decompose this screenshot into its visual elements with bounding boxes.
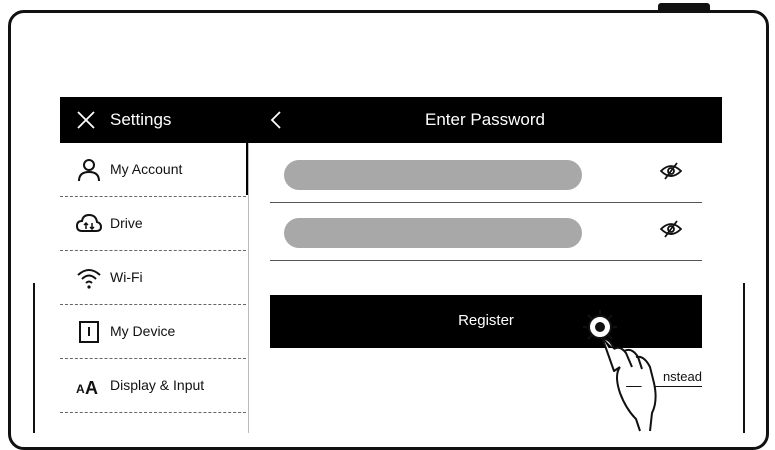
sidebar-item-display-input[interactable]: AA Display & Input bbox=[60, 359, 246, 413]
shield-icon bbox=[76, 427, 102, 433]
power-button bbox=[658, 3, 710, 11]
top-bar: Settings Enter Password bbox=[60, 97, 722, 143]
back-icon[interactable] bbox=[270, 110, 282, 135]
sidebar-item-my-account[interactable]: My Account bbox=[60, 143, 246, 197]
settings-sidebar: My Account Drive Wi-Fi My Device AA Disp… bbox=[60, 143, 248, 433]
sidebar-item-label: My Account bbox=[110, 161, 183, 177]
device-edge-left bbox=[33, 283, 35, 433]
cloud-icon bbox=[75, 211, 103, 237]
svg-text:A: A bbox=[85, 378, 98, 398]
sidebar-item-label: My Device bbox=[110, 323, 176, 339]
sidebar-divider bbox=[248, 143, 249, 433]
sidebar-item-label: Wi-Fi bbox=[110, 269, 143, 285]
password-field-row bbox=[270, 145, 702, 203]
tap-hand-icon bbox=[580, 309, 710, 433]
device-screen: Settings Enter Password My Account Drive… bbox=[60, 97, 722, 433]
sidebar-item-drive[interactable]: Drive bbox=[60, 197, 246, 251]
wifi-icon bbox=[76, 265, 102, 291]
sidebar-item-label: Display & Input bbox=[110, 377, 205, 393]
device-icon bbox=[76, 319, 102, 345]
sidebar-item-partial[interactable] bbox=[60, 413, 246, 433]
password-input[interactable] bbox=[284, 160, 582, 190]
user-icon bbox=[76, 157, 102, 183]
sidebar-item-my-device[interactable]: My Device bbox=[60, 305, 246, 359]
confirm-password-input[interactable] bbox=[284, 218, 582, 248]
sidebar-item-label: Drive bbox=[110, 215, 143, 231]
page-title: Enter Password bbox=[425, 110, 545, 129]
close-icon[interactable] bbox=[76, 110, 96, 135]
confirm-password-field-row bbox=[270, 203, 702, 261]
settings-title: Settings bbox=[110, 110, 172, 129]
font-size-icon: AA bbox=[76, 373, 102, 399]
device-edge-right bbox=[743, 283, 745, 433]
svg-text:A: A bbox=[76, 382, 85, 396]
eye-off-icon[interactable] bbox=[659, 162, 683, 185]
sidebar-item-wifi[interactable]: Wi-Fi bbox=[60, 251, 246, 305]
eye-off-icon[interactable] bbox=[659, 220, 683, 243]
